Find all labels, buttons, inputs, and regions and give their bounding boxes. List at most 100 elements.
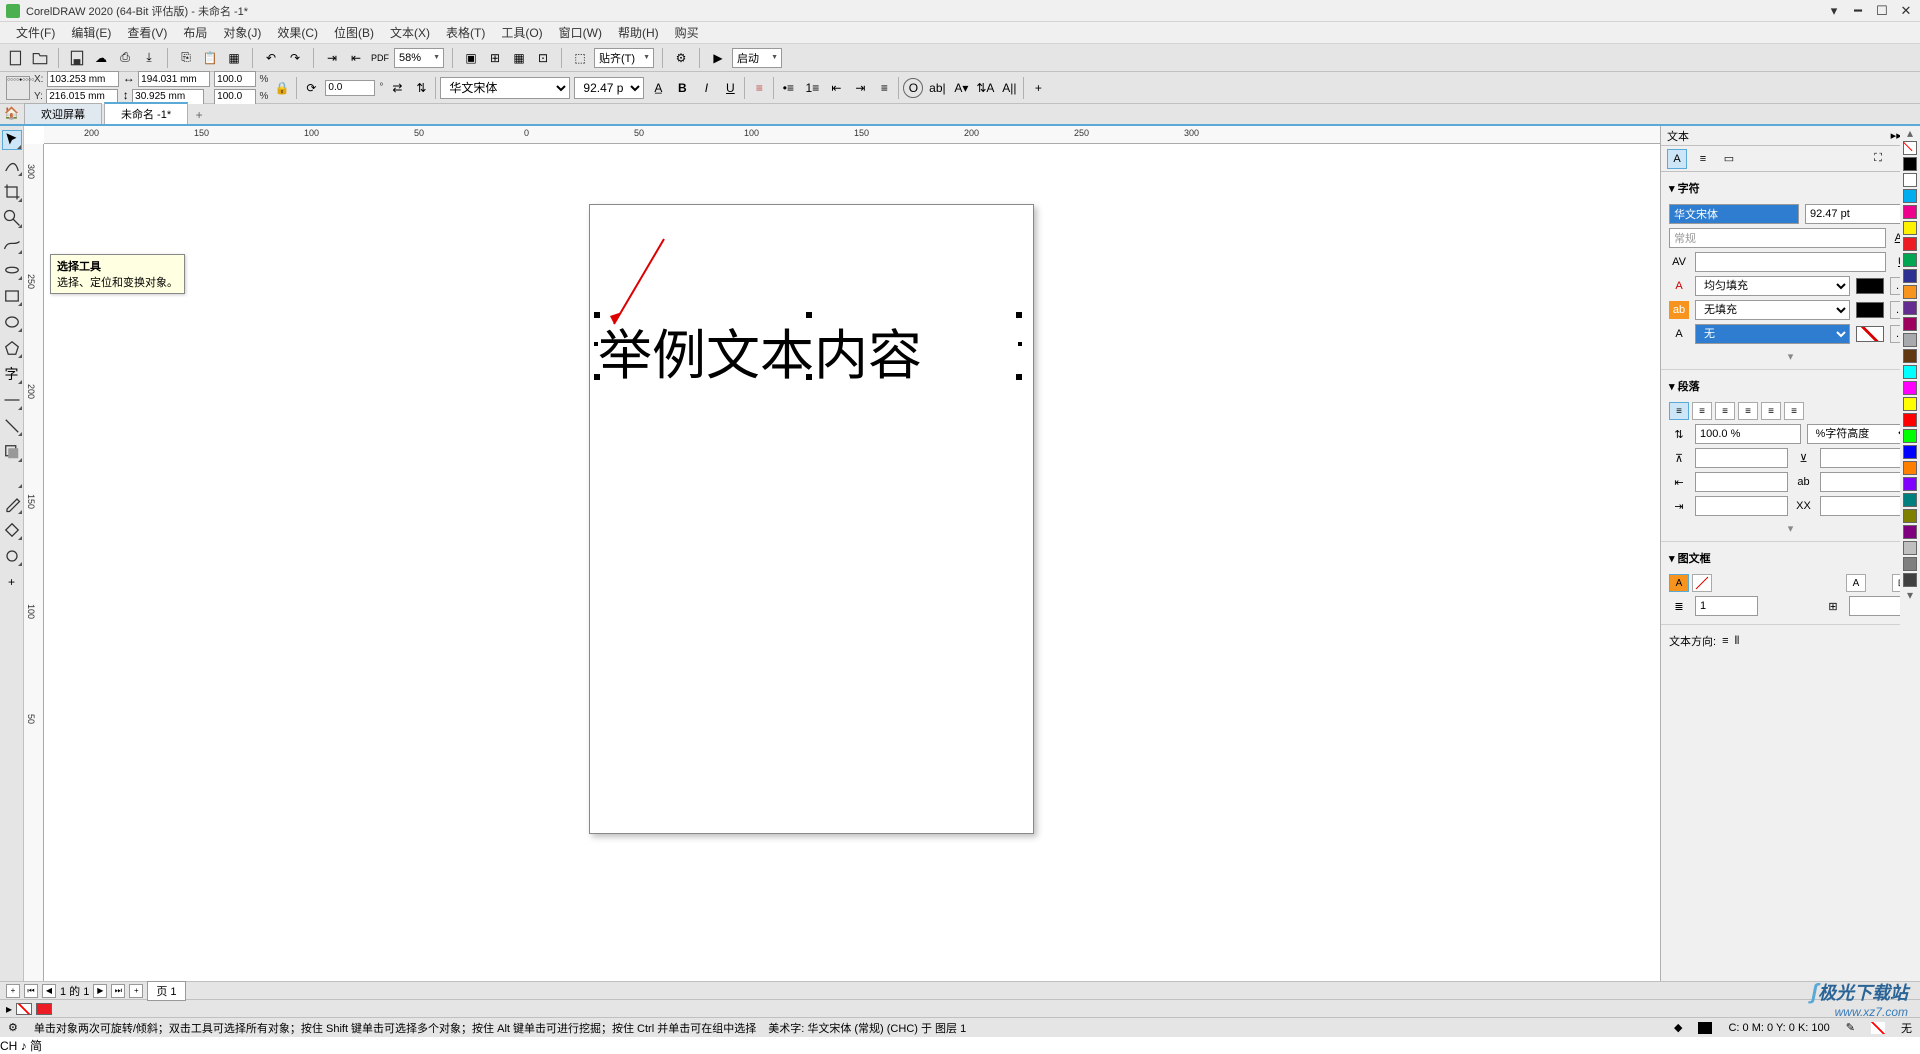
scalex-input[interactable] <box>214 71 256 87</box>
add-tab-button[interactable]: + <box>190 106 208 124</box>
docker-outline-combo[interactable]: 无 <box>1695 324 1850 344</box>
collapse-icon[interactable]: ▾ <box>1669 381 1675 393</box>
direction-ttb-button[interactable]: ⦀ <box>1734 635 1739 648</box>
color-swatch[interactable] <box>1903 157 1917 171</box>
new-button[interactable] <box>6 48 26 68</box>
tool-text[interactable]: 字 <box>2 364 22 384</box>
add-button[interactable]: + <box>1028 78 1048 98</box>
color-swatch[interactable] <box>1903 317 1917 331</box>
menu-view[interactable]: 查看(V) <box>119 24 175 41</box>
color-swatch[interactable] <box>1903 493 1917 507</box>
next-page-button[interactable]: ▶ <box>93 984 107 998</box>
origin-icon[interactable]: ○○○○●○○○○ <box>6 76 30 100</box>
tool-add[interactable]: + <box>2 572 22 592</box>
tool-eyedropper[interactable] <box>2 494 22 514</box>
color-swatch[interactable] <box>1903 477 1917 491</box>
collapse-icon[interactable]: ▾ <box>1669 183 1675 195</box>
canvas[interactable]: 举例文本内容 <box>44 144 1660 981</box>
docker-tab-para[interactable]: ≡ <box>1693 149 1713 169</box>
docker-bgfill-combo[interactable]: 无填充 <box>1695 300 1850 320</box>
frame-cols-button[interactable]: A <box>1846 574 1866 592</box>
align-none-button[interactable]: ≡ <box>1669 402 1689 420</box>
color-swatch[interactable] <box>1903 205 1917 219</box>
vertical-text-button[interactable]: ⇅A <box>975 78 995 98</box>
ruler-horizontal[interactable]: 200 150 100 50 0 50 100 150 200 250 300 <box>44 126 1660 144</box>
direction-ltr-button[interactable]: ≡ <box>1722 635 1728 647</box>
tool-outline[interactable] <box>2 546 22 566</box>
tool-crop[interactable] <box>2 182 22 202</box>
home-icon[interactable]: 🏠 <box>4 106 22 124</box>
tool-transparency[interactable] <box>2 468 22 488</box>
color-swatch[interactable] <box>1903 269 1917 283</box>
close-icon[interactable]: ✕ <box>1898 3 1914 19</box>
tab-welcome[interactable]: 欢迎屏幕 <box>24 103 102 124</box>
language-indicator[interactable]: CH ♪ 简 <box>0 1037 1920 1054</box>
docker-style-input[interactable] <box>1669 228 1886 248</box>
docker-fontsize-input[interactable] <box>1805 204 1912 224</box>
launch-icon[interactable]: ▶ <box>708 48 728 68</box>
align-center-button[interactable]: ≡ <box>1715 402 1735 420</box>
selection-handle[interactable] <box>594 374 600 380</box>
color-swatch[interactable] <box>1903 413 1917 427</box>
tool-artistic[interactable] <box>2 260 22 280</box>
paste-button[interactable]: 📋 <box>200 48 220 68</box>
font-size-combo[interactable]: 92.47 pt <box>574 77 644 99</box>
zoom-combo[interactable]: 58% <box>394 48 444 68</box>
color-swatch[interactable] <box>1903 349 1917 363</box>
color-swatch[interactable] <box>1903 557 1917 571</box>
redo-button[interactable]: ↷ <box>285 48 305 68</box>
menu-buy[interactable]: 购买 <box>667 24 707 41</box>
word-spacing-input[interactable] <box>1820 496 1913 516</box>
fill-indicator-icon[interactable]: ◆ <box>1674 1021 1682 1034</box>
rotation-input[interactable] <box>325 80 375 96</box>
menu-text[interactable]: 文本(X) <box>382 24 438 41</box>
tool-zoom[interactable] <box>2 208 22 228</box>
help-dropdown-icon[interactable]: ▾ <box>1826 3 1842 19</box>
tool-shape[interactable] <box>2 156 22 176</box>
text-object[interactable]: 举例文本内容 <box>598 311 922 390</box>
align-right-button[interactable]: ≡ <box>1738 402 1758 420</box>
right-indent-input[interactable] <box>1695 496 1788 516</box>
underline-button[interactable]: U <box>720 78 740 98</box>
save-button[interactable] <box>67 48 87 68</box>
ruler-vertical[interactable]: 300 250 200 150 100 50 <box>24 144 44 981</box>
export-button[interactable]: ⤓ <box>139 48 159 68</box>
selection-handle[interactable] <box>806 374 812 380</box>
outline-indicator-icon[interactable]: ✎ <box>1846 1021 1855 1034</box>
menu-table[interactable]: 表格(T) <box>438 24 493 41</box>
color-swatch[interactable] <box>1903 221 1917 235</box>
color-swatch[interactable] <box>1903 461 1917 475</box>
add-page-after-button[interactable]: + <box>129 984 143 998</box>
expand-icon[interactable]: ▾ <box>1669 348 1912 365</box>
palette-swatch[interactable] <box>36 1003 52 1015</box>
dropcap-button[interactable]: ≡ <box>874 78 894 98</box>
docker-font-input[interactable] <box>1669 204 1799 224</box>
mirror-h-button[interactable]: ⇄ <box>387 78 407 98</box>
align-left-button[interactable]: ≡ <box>1692 402 1712 420</box>
clipboard-button[interactable]: ▦ <box>224 48 244 68</box>
menu-tools[interactable]: 工具(O) <box>493 24 550 41</box>
undo-button[interactable]: ↶ <box>261 48 281 68</box>
bgfill-swatch[interactable] <box>1856 302 1884 318</box>
menu-bitmap[interactable]: 位图(B) <box>326 24 382 41</box>
color-swatch[interactable] <box>1903 509 1917 523</box>
tool-fill[interactable] <box>2 520 22 540</box>
tool-polygon[interactable] <box>2 338 22 358</box>
print-button[interactable]: ⎙ <box>115 48 135 68</box>
pdf-button[interactable]: PDF <box>370 48 390 68</box>
open-button[interactable] <box>30 48 50 68</box>
tool-ellipse[interactable] <box>2 312 22 332</box>
scaley-input[interactable] <box>214 89 256 105</box>
align-justify-button[interactable]: ≡ <box>1761 402 1781 420</box>
expand-icon[interactable]: ▾ <box>1669 520 1912 537</box>
snap-icon[interactable]: ⬚ <box>570 48 590 68</box>
cloud-button[interactable]: ☁ <box>91 48 111 68</box>
color-swatch[interactable] <box>1903 365 1917 379</box>
bullets-button[interactable]: •≡ <box>778 78 798 98</box>
selection-handle[interactable] <box>1016 374 1022 380</box>
menu-object[interactable]: 对象(J) <box>215 24 269 41</box>
char-spacing-input[interactable] <box>1820 472 1913 492</box>
menu-layout[interactable]: 布局 <box>175 24 215 41</box>
color-swatch[interactable] <box>1903 429 1917 443</box>
text-frame-button[interactable]: ab| <box>927 78 947 98</box>
